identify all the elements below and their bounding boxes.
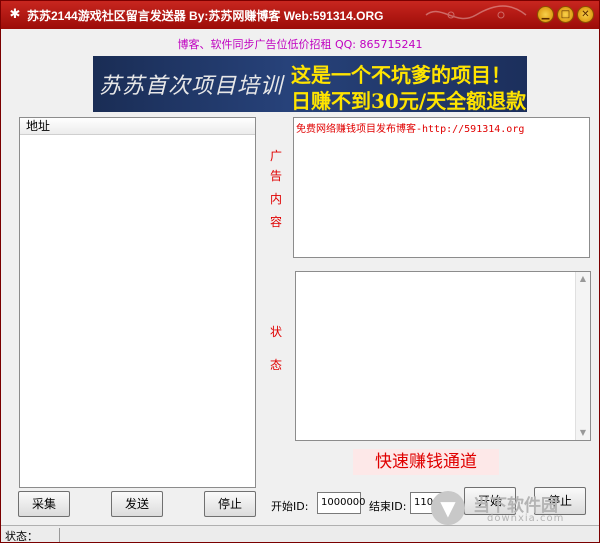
promo-text[interactable]: 博客、软件同步广告位低价招租 QQ: 865715241 — [1, 36, 599, 52]
minimize-button[interactable]: ▁ — [537, 6, 554, 23]
end-id-label: 结束ID: — [369, 500, 407, 513]
address-list-header[interactable]: 地址 — [20, 118, 255, 135]
send-button[interactable]: 发送 — [111, 491, 163, 517]
collect-button[interactable]: 采集 — [18, 491, 70, 517]
window-title: 苏苏2144游戏社区留言发送器 By:苏苏网赚博客 Web:591314.ORG — [27, 9, 384, 23]
watermark-url: downxia.com — [487, 513, 565, 524]
scroll-up-icon[interactable]: ▲ — [576, 272, 590, 286]
ad-label-char: 容 — [269, 215, 282, 229]
status-log-scrollbar[interactable]: ▲ ▼ — [575, 272, 590, 440]
status-bar-label: 状态： — [5, 530, 38, 543]
title-bar[interactable]: ✱ 苏苏2144游戏社区留言发送器 By:苏苏网赚博客 Web:591314.O… — [1, 1, 599, 29]
ad-label-char: 告 — [269, 169, 282, 183]
stop-left-button[interactable]: 停止 — [204, 491, 256, 517]
ad-label-char: 广 — [269, 149, 282, 163]
status-label-char: 状 — [269, 325, 282, 339]
status-bar: 状态： — [1, 525, 599, 543]
status-bar-divider — [59, 528, 60, 542]
status-log-textarea[interactable]: ▲ ▼ — [295, 271, 591, 441]
address-list[interactable]: 地址 — [19, 117, 256, 488]
watermark: ▼ 当下软件园 downxia.com — [431, 489, 591, 529]
titlebar-ornament — [425, 5, 527, 20]
start-id-label: 开始ID: — [271, 500, 309, 513]
banner-left-text: 苏苏首次项目培训 — [99, 74, 284, 99]
banner-headline: 这是一个不坑爹的项目！ — [291, 63, 511, 87]
ad-label-char: 内 — [269, 192, 282, 206]
app-window: ✱ 苏苏2144游戏社区留言发送器 By:苏苏网赚博客 Web:591314.O… — [0, 0, 600, 543]
ad-content-textarea[interactable]: 免费网络赚钱项目发布博客-http://591314.org — [293, 117, 590, 258]
maximize-button[interactable]: □ — [557, 6, 574, 23]
status-label-char: 态 — [269, 358, 282, 372]
quick-money-link[interactable]: 快速赚钱通道 — [353, 449, 499, 475]
watermark-logo-icon: ▼ — [431, 491, 465, 525]
banner-image[interactable]: 苏苏首次项目培训 这是一个不坑爹的项目！ 日赚不到30元/天全额退款 — [93, 56, 527, 112]
app-icon: ✱ — [9, 7, 21, 22]
start-id-input[interactable]: 1000000 — [317, 492, 366, 514]
close-button[interactable]: ✕ — [577, 6, 594, 23]
ad-content-text: 免费网络赚钱项目发布博客-http://591314.org — [296, 124, 525, 135]
scroll-down-icon[interactable]: ▼ — [576, 426, 590, 440]
banner-subline: 日赚不到30元/天全额退款 — [291, 89, 527, 112]
